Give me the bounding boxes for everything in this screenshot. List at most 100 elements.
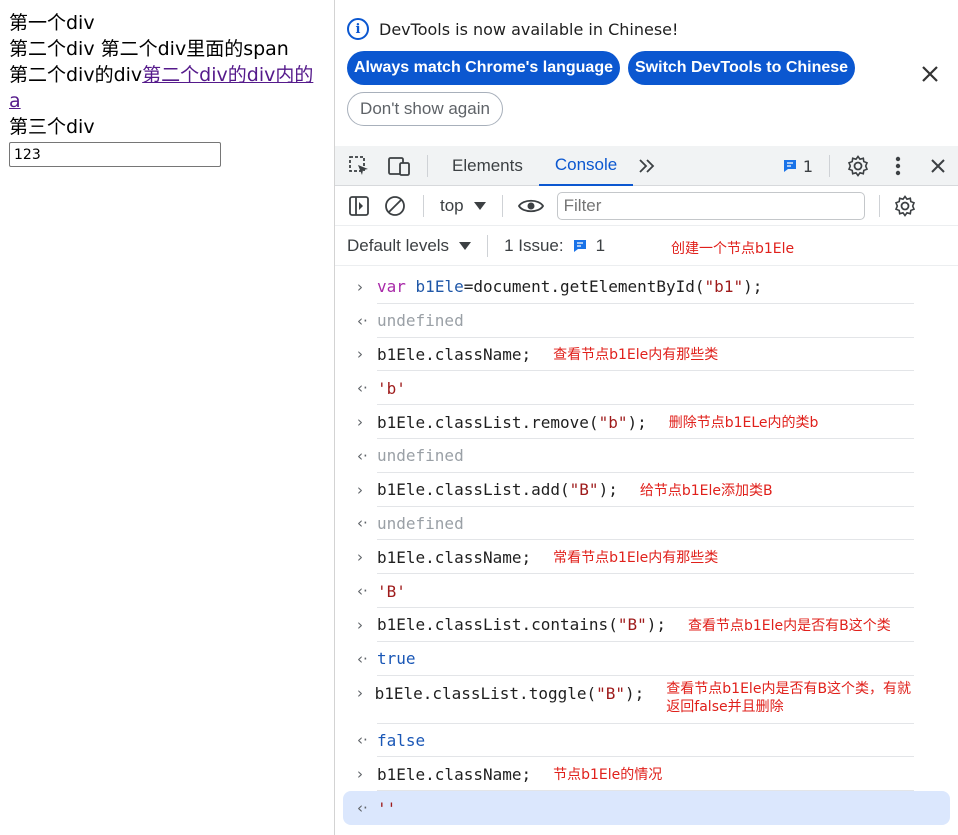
result-arrow-icon: ‹· (357, 582, 368, 601)
input-chevron-icon: › (357, 683, 363, 702)
settings-gear-icon[interactable] (838, 146, 878, 186)
console-command: var b1Ele=document.getElementById("b1"); (377, 277, 763, 297)
toolbar-separator-3 (878, 194, 880, 217)
result-arrow-icon: ‹· (357, 446, 368, 465)
console-output-row[interactable]: ‹· false (335, 724, 914, 758)
annotation-note: 节点b1Ele的情况 (553, 767, 663, 784)
div-2: 第二个div 第二个div里面的span (9, 38, 289, 60)
toolbar-separator-2 (501, 194, 503, 217)
input-chevron-icon: › (357, 548, 363, 567)
context-selector-value: top (440, 195, 464, 215)
levels-caret-icon (459, 241, 472, 250)
div-1: 第一个div (9, 12, 95, 34)
result-arrow-icon: ‹· (357, 311, 368, 330)
console-result: false (377, 730, 426, 750)
infobar-message: DevTools is now available in Chinese! (379, 19, 679, 39)
tabbar-separator (427, 154, 428, 177)
console-command: b1Ele.classList.add("B"); (377, 480, 618, 500)
devtools-panel: i DevTools is now available in Chinese! … (334, 0, 958, 835)
input-chevron-icon: › (357, 413, 363, 432)
annotation-note: 查看节点b1Ele内有那些类 (553, 347, 719, 364)
filter-input[interactable] (556, 191, 865, 220)
close-infobar-icon[interactable] (916, 60, 944, 88)
console-input-row[interactable]: › b1Ele.classList.add("B"); 给节点b1Ele添加类B (335, 473, 914, 507)
console-output-row[interactable]: ‹· true (335, 642, 914, 676)
language-infobar: i DevTools is now available in Chinese! … (335, 0, 958, 146)
console-result: undefined (377, 446, 464, 466)
console-input-row[interactable]: › b1Ele.className; 节点b1Ele的情况 (335, 757, 914, 791)
annotation-note: 删除节点b1ELe内的类b (668, 415, 819, 432)
context-selector[interactable]: top (432, 196, 494, 216)
console-input-row[interactable]: › b1Ele.classList.contains("B"); 查看节点b1Ele… (335, 608, 914, 642)
console-input-row[interactable]: › b1Ele.className; 查看节点b1Ele内有那些类 (335, 338, 914, 372)
input-chevron-icon: › (357, 765, 363, 784)
annotation-note: 给节点b1Ele添加类B (639, 482, 773, 499)
issues-badge-count: 1 (802, 156, 813, 176)
input-chevron-icon: › (357, 345, 363, 364)
console-output: › var b1Ele=document.getElementById("b1")… (335, 266, 958, 835)
device-toolbar-icon[interactable] (379, 146, 419, 186)
console-input-row[interactable]: › b1Ele.className; 常看节点b1Ele内有那些类 (335, 540, 914, 574)
rendered-page: 第一个div 第二个div 第二个div里面的span 第二个div的div第二… (0, 0, 334, 835)
always-match-language-button[interactable]: Always match Chrome's language (347, 51, 620, 85)
console-result: true (377, 649, 416, 669)
info-icon: i (347, 18, 369, 40)
result-arrow-icon: ‹· (357, 649, 368, 668)
text-input[interactable] (9, 142, 221, 167)
switch-to-chinese-button[interactable]: Switch DevTools to Chinese (628, 51, 856, 85)
clear-console-icon[interactable] (375, 186, 415, 226)
result-arrow-icon: ‹· (357, 379, 368, 398)
result-arrow-icon: ‹· (357, 514, 368, 533)
console-toolbar: top (335, 186, 958, 226)
console-output-row[interactable]: ‹· 'b' (335, 371, 914, 405)
close-devtools-icon[interactable] (918, 146, 958, 186)
tabbar-separator-right (829, 155, 830, 177)
console-output-row[interactable]: ‹· '' (343, 791, 950, 825)
input-chevron-icon: › (357, 615, 363, 634)
console-input-row[interactable]: › b1Ele.classList.toggle("B"); 查看节点b1Ele内是… (335, 676, 914, 724)
issues-link[interactable]: 1 Issue: 1 (504, 236, 605, 256)
log-levels-dropdown[interactable]: Default levels (347, 235, 472, 256)
result-arrow-icon: ‹· (357, 799, 368, 818)
input-chevron-icon: › (357, 480, 363, 499)
input-chevron-icon: › (357, 277, 363, 296)
toolbar-separator (423, 194, 424, 217)
console-output-row[interactable]: ‹· 'B' (335, 574, 914, 608)
sidebar-toggle-icon[interactable] (343, 186, 375, 226)
console-output-row[interactable]: ‹· undefined (335, 507, 914, 541)
console-command: b1Ele.className; (377, 547, 532, 567)
issues-badge[interactable]: 1 (774, 157, 821, 176)
annotation-note: 查看节点b1Ele内是否有B这个类 (688, 617, 891, 634)
log-levels-label: Default levels (347, 235, 450, 255)
console-result: undefined (377, 513, 464, 533)
console-prompt[interactable] (335, 825, 958, 835)
dont-show-again-button[interactable]: Don't show again (347, 92, 503, 126)
console-command: b1Ele.classList.remove("b"); (377, 412, 647, 432)
result-arrow-icon: ‹· (357, 731, 368, 750)
annotation-note: 查看节点b1Ele内是否有B这个类，有就返回false并且删除 (666, 680, 912, 715)
div-2-inner-div: 第二个div的div第二个div的div内的a (9, 62, 319, 114)
inspect-element-icon[interactable] (339, 146, 379, 186)
devtools-tabbar: Elements Console 1 (335, 146, 958, 186)
annotation-note: 常看节点b1Ele内有那些类 (553, 550, 719, 567)
console-result: undefined (377, 311, 464, 331)
more-tabs-icon[interactable] (633, 146, 661, 186)
dropdown-caret-icon (473, 201, 486, 210)
console-output-row[interactable]: ‹· undefined (335, 439, 914, 473)
console-command: b1Ele.className; (377, 764, 532, 784)
console-input-row[interactable]: › var b1Ele=document.getElementById("b1")… (335, 270, 914, 304)
levels-bar: Default levels 1 Issue: 1 创建一个节点b1Ele (335, 226, 958, 266)
issues-message-icon (573, 239, 586, 252)
console-command: b1Ele.className; (377, 344, 532, 364)
console-command: b1Ele.classList.contains("B"); (377, 615, 666, 635)
live-expression-eye-icon[interactable] (511, 186, 551, 226)
console-output-row[interactable]: ‹· undefined (335, 304, 914, 338)
levels-separator (487, 234, 489, 257)
tab-console[interactable]: Console (538, 146, 634, 186)
console-result: '' (377, 798, 397, 818)
more-options-icon[interactable] (878, 146, 918, 186)
tab-elements[interactable]: Elements (436, 146, 539, 186)
console-settings-gear-icon[interactable] (888, 186, 922, 226)
console-input-row[interactable]: › b1Ele.classList.remove("b"); 删除节点b1ELe内的… (335, 405, 914, 439)
annotation-create-node: 创建一个节点b1Ele (671, 241, 795, 257)
